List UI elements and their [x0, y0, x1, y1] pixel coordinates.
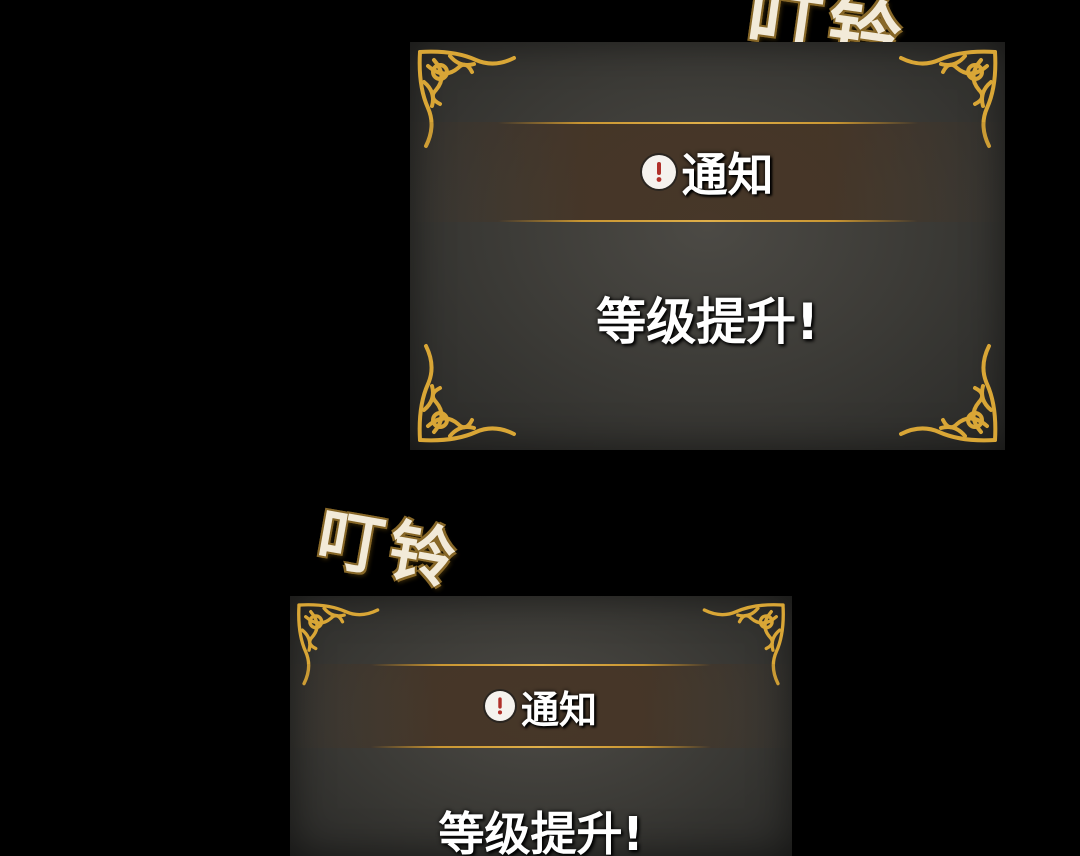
dialog-header: 通知 — [484, 679, 597, 734]
exclamation-circle-icon — [484, 691, 515, 721]
dialog-header: 通知 — [641, 139, 774, 205]
sound-effect-ding: 叮铃 — [311, 498, 467, 600]
dialog-message: 等级提升! — [438, 807, 644, 856]
divider — [371, 664, 711, 666]
exclamation-circle-icon — [641, 155, 676, 189]
title-banner: 通知 — [410, 122, 1005, 222]
title-banner: 通知 — [290, 664, 792, 748]
divider — [497, 122, 918, 124]
dialog-message: 等级提升! — [596, 293, 819, 351]
notification-dialog: 通知 等级提升! — [410, 42, 1005, 450]
dialog-title: 通知 — [520, 687, 597, 732]
dialog-title: 通知 — [681, 148, 774, 202]
divider — [371, 746, 711, 748]
notification-dialog: 通知 等级提升! — [290, 596, 792, 856]
divider — [497, 220, 918, 222]
